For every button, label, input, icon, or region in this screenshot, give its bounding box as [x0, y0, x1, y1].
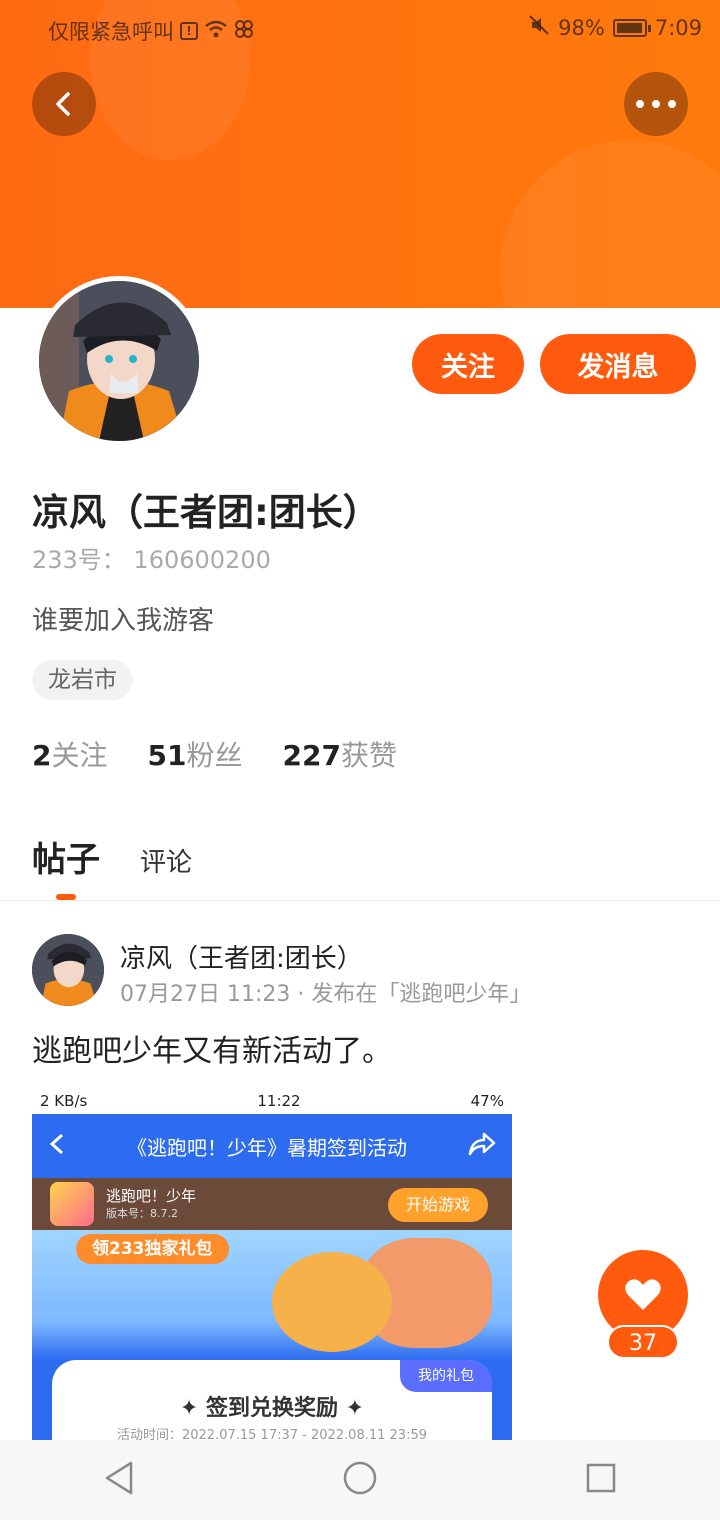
stat-likes[interactable]: 227获赞 — [282, 734, 396, 774]
square-recents-icon — [586, 1463, 615, 1493]
embedded-network-speed: 2 KB/s — [40, 1092, 88, 1110]
embedded-back-icon — [48, 1133, 66, 1160]
alert-icon: ! — [180, 22, 198, 40]
tabs-divider — [0, 900, 720, 901]
heart-icon — [625, 1279, 661, 1310]
embedded-title-bar: 《逃跑吧！少年》暑期签到活动 — [32, 1114, 512, 1178]
embedded-time: 11:22 — [257, 1092, 301, 1110]
post-image[interactable]: 2 KB/s 11:22 47% 《逃跑吧！少年》暑期签到活动 逃跑吧！少年 版… — [32, 1088, 512, 1440]
post-author-name[interactable]: 凉风（王者团:团长） — [120, 938, 363, 975]
embedded-share-icon — [468, 1132, 496, 1161]
profile-bio: 谁要加入我游客 — [32, 606, 215, 636]
more-dot — [668, 100, 676, 108]
mute-icon — [528, 14, 550, 41]
nav-recents-button[interactable] — [585, 1462, 617, 1498]
embedded-start-game-button: 开始游戏 — [387, 1188, 488, 1222]
embedded-bottom-area: 我的礼包 ✦ 签到兑换奖励 ✦ 活动时间：2022.07.15 17:37 - … — [32, 1360, 512, 1440]
nav-back-button[interactable] — [103, 1460, 135, 1500]
embedded-game-version: 版本号：8.7.2 — [106, 1207, 178, 1220]
carrier-text: 仅限紧急呼叫 — [48, 20, 174, 44]
embedded-game-row: 逃跑吧！少年 版本号：8.7.2 开始游戏 — [32, 1178, 512, 1230]
app-notification-icon — [234, 19, 254, 44]
embedded-signin-card: 我的礼包 ✦ 签到兑换奖励 ✦ 活动时间：2022.07.15 17:37 - … — [52, 1360, 492, 1440]
post-text: 逃跑吧少年又有新活动了。 — [32, 1034, 392, 1069]
triangle-back-icon — [106, 1461, 133, 1495]
post-meta: 07月27日 11:23 · 发布在「逃跑吧少年」 — [120, 982, 532, 1007]
like-count: 37 — [607, 1325, 679, 1359]
more-dot — [636, 100, 644, 108]
embedded-my-gifts-tag: 我的礼包 — [400, 1360, 492, 1392]
stat-following[interactable]: 2关注 — [32, 734, 108, 774]
embedded-game-name: 逃跑吧！少年 — [106, 1187, 197, 1205]
header-decoration — [500, 140, 720, 308]
battery-icon — [612, 18, 651, 37]
embedded-status-bar: 2 KB/s 11:22 47% — [32, 1088, 512, 1114]
nav-home-button[interactable] — [342, 1460, 378, 1500]
send-message-button[interactable]: 发消息 — [540, 334, 696, 394]
clock: 7:09 — [654, 15, 702, 40]
location-tag: 龙岩市 — [32, 660, 133, 700]
profile-tabs: 帖子 评论 — [32, 832, 192, 900]
profile-avatar[interactable] — [34, 276, 204, 446]
more-options-button[interactable] — [624, 72, 688, 136]
back-button[interactable] — [32, 72, 96, 136]
embedded-title: 《逃跑吧！少年》暑期签到活动 — [127, 1135, 407, 1160]
tab-posts[interactable]: 帖子 — [32, 832, 100, 900]
embedded-gift-pack-label: 领233独家礼包 — [76, 1234, 229, 1264]
stat-followers[interactable]: 51粉丝 — [148, 734, 243, 774]
embedded-game-icon — [50, 1182, 94, 1226]
profile-stats: 2关注 51粉丝 227获赞 — [32, 734, 397, 774]
battery-percent: 98% — [558, 15, 605, 40]
chevron-left-icon — [56, 92, 70, 116]
profile-header-banner: 仅限紧急呼叫 ! 98% 7:09 — [0, 0, 720, 308]
profile-uid: 233号： 160600200 — [32, 546, 271, 574]
wifi-icon — [204, 19, 228, 44]
embedded-battery: 47% — [470, 1092, 504, 1110]
post-author-avatar[interactable] — [32, 934, 104, 1006]
status-bar: 仅限紧急呼叫 ! 98% 7:09 — [0, 0, 720, 56]
profile-name: 凉风（王者团:团长） — [32, 491, 380, 534]
tab-comments[interactable]: 评论 — [140, 842, 192, 879]
embedded-card-time: 活动时间：2022.07.15 17:37 - 2022.08.11 23:59 — [116, 1428, 427, 1440]
system-navigation-bar — [0, 1440, 720, 1520]
circle-home-icon — [343, 1461, 377, 1495]
more-dot — [652, 100, 660, 108]
embedded-card-title: ✦ 签到兑换奖励 ✦ — [179, 1396, 365, 1421]
follow-button[interactable]: 关注 — [412, 334, 524, 394]
embedded-dog-illustration — [272, 1252, 392, 1352]
embedded-banner: 领233独家礼包 — [32, 1230, 512, 1360]
